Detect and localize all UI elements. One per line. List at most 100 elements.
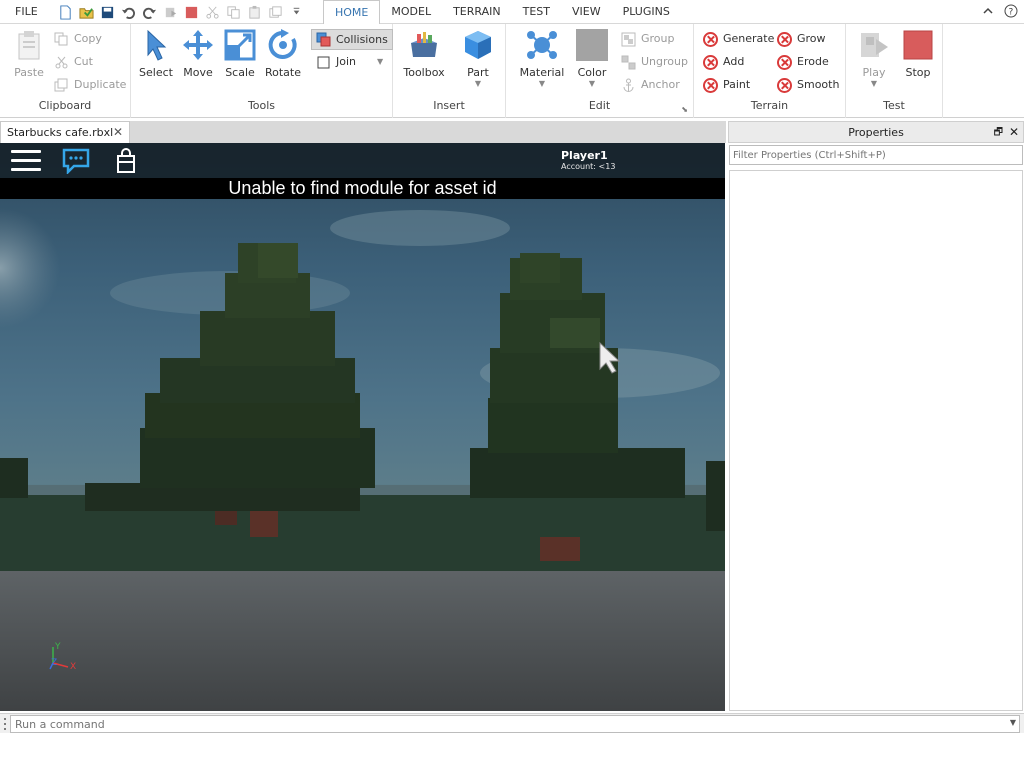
color-button[interactable]: Color ▼: [568, 28, 616, 88]
play-button[interactable]: Play ▼: [850, 28, 898, 88]
terrain-add-button[interactable]: Add: [702, 52, 744, 72]
test-group-label: Test: [883, 99, 905, 112]
save-icon[interactable]: [98, 3, 116, 21]
tab-view[interactable]: VIEW: [561, 0, 612, 24]
add-label: Add: [723, 55, 745, 68]
smooth-icon: [776, 77, 792, 93]
duplicate-button[interactable]: Duplicate: [53, 75, 126, 95]
tools-group-label: Tools: [247, 99, 276, 112]
float-panel-icon[interactable]: 🗗: [994, 122, 1003, 143]
menu-hamburger-icon[interactable]: [11, 150, 41, 172]
ungroup-button[interactable]: Ungroup: [620, 52, 688, 72]
join-dropdown-icon[interactable]: ▼: [377, 52, 383, 72]
toolbox-button[interactable]: Toolbox: [400, 28, 448, 79]
properties-list: [729, 170, 1023, 711]
terrain-generate-button[interactable]: Generate: [702, 29, 774, 49]
anchor-icon: [620, 77, 636, 93]
anchor-button[interactable]: Anchor: [620, 75, 680, 95]
tab-plugins[interactable]: PLUGINS: [612, 0, 681, 24]
game-scene: [0, 208, 725, 711]
paste-small-icon[interactable]: [245, 3, 263, 21]
paste-button[interactable]: Paste: [5, 28, 53, 79]
insert-group: Toolbox Part ▼ Insert: [393, 24, 506, 118]
open-folder-icon[interactable]: [77, 3, 95, 21]
scale-tool-button[interactable]: Scale: [216, 28, 264, 79]
cut-label: Cut: [74, 55, 93, 68]
terrain-paint-button[interactable]: Paint: [702, 75, 750, 95]
play-here-icon[interactable]: [161, 3, 179, 21]
paste-icon: [12, 28, 46, 62]
select-tool-button[interactable]: Select: [132, 28, 180, 79]
ribbon: Paste Copy Cut Duplicate Clipboard Selec…: [0, 24, 1024, 118]
stop-small-icon[interactable]: [182, 3, 200, 21]
material-dropdown-icon[interactable]: ▼: [518, 79, 566, 88]
tab-terrain[interactable]: TERRAIN: [442, 0, 512, 24]
join-toggle[interactable]: Join ▼: [315, 52, 383, 72]
play-icon: [857, 28, 891, 62]
copy-small-icon[interactable]: [224, 3, 242, 21]
part-dropdown-icon[interactable]: ▼: [454, 79, 502, 88]
part-button[interactable]: Part ▼: [454, 28, 502, 88]
material-button[interactable]: Material ▼: [518, 28, 566, 88]
rotate-tool-button[interactable]: Rotate: [259, 28, 307, 79]
file-menu[interactable]: FILE: [8, 0, 45, 24]
group-icon: [620, 31, 636, 47]
help-icon[interactable]: ?: [1004, 4, 1018, 18]
tree-edge-left: [0, 458, 28, 498]
rotate-icon: [266, 28, 300, 62]
cut-small-icon[interactable]: [203, 3, 221, 21]
stop-button[interactable]: Stop: [894, 28, 942, 79]
test-group: Play ▼ Stop Test: [846, 24, 943, 118]
close-tab-icon[interactable]: ✕: [113, 125, 123, 139]
cut-icon: [53, 54, 69, 70]
color-swatch-icon: [575, 28, 609, 62]
group-button[interactable]: Group: [620, 29, 675, 49]
terrain-grow-button[interactable]: Grow: [776, 29, 826, 49]
copy-button[interactable]: Copy: [53, 29, 102, 49]
player-name[interactable]: Player1: [561, 149, 608, 162]
new-file-icon[interactable]: [56, 3, 74, 21]
properties-header: Properties 🗗 ✕: [728, 121, 1024, 143]
terrain-erode-button[interactable]: Erode: [776, 52, 829, 72]
tab-model[interactable]: MODEL: [380, 0, 442, 24]
document-tab[interactable]: Starbucks cafe.rbxl ✕: [0, 121, 130, 143]
color-dropdown-icon[interactable]: ▼: [568, 79, 616, 88]
select-cursor-icon: [139, 28, 173, 62]
duplicate-icon: [53, 77, 69, 93]
paint-icon: [702, 77, 718, 93]
terrain-smooth-button[interactable]: Smooth: [776, 75, 839, 95]
scale-label: Scale: [225, 66, 255, 79]
close-properties-icon[interactable]: ✕: [1009, 122, 1019, 143]
duplicate-small-icon[interactable]: [266, 3, 284, 21]
move-tool-button[interactable]: Move: [174, 28, 222, 79]
collisions-icon: [315, 32, 331, 48]
tab-home[interactable]: HOME: [323, 0, 381, 25]
scale-icon: [223, 28, 257, 62]
add-icon: [702, 54, 718, 70]
color-label: Color: [577, 66, 607, 79]
play-dropdown-icon[interactable]: ▼: [850, 79, 898, 88]
terrain-group: Generate Add Paint Grow Erode Smooth Ter…: [694, 24, 846, 118]
status-area: [0, 733, 1024, 768]
collisions-toggle[interactable]: Collisions: [311, 29, 393, 50]
collapse-ribbon-icon[interactable]: [981, 4, 995, 18]
command-input[interactable]: [10, 715, 1020, 733]
material-label: Material: [519, 66, 565, 79]
undo-icon[interactable]: [119, 3, 137, 21]
grip-icon[interactable]: [3, 717, 7, 731]
cut-button[interactable]: Cut: [53, 52, 93, 72]
svg-text:?: ?: [1009, 8, 1014, 18]
filter-properties-input[interactable]: [729, 145, 1023, 165]
customize-toolbar-icon[interactable]: [287, 3, 305, 21]
clipboard-group-label: Clipboard: [38, 99, 92, 112]
part-cube-icon: [461, 28, 495, 62]
backpack-icon[interactable]: [114, 148, 138, 174]
chat-icon[interactable]: [62, 148, 90, 176]
erode-label: Erode: [797, 55, 829, 68]
group-label: Group: [641, 32, 675, 45]
redo-icon[interactable]: [140, 3, 158, 21]
tab-test[interactable]: TEST: [512, 0, 561, 24]
game-viewport[interactable]: Player1 Account: <13 Unable to find modu…: [0, 143, 725, 711]
join-checkbox-icon: [315, 54, 331, 70]
command-history-dropdown-icon[interactable]: ▼: [1010, 718, 1016, 727]
